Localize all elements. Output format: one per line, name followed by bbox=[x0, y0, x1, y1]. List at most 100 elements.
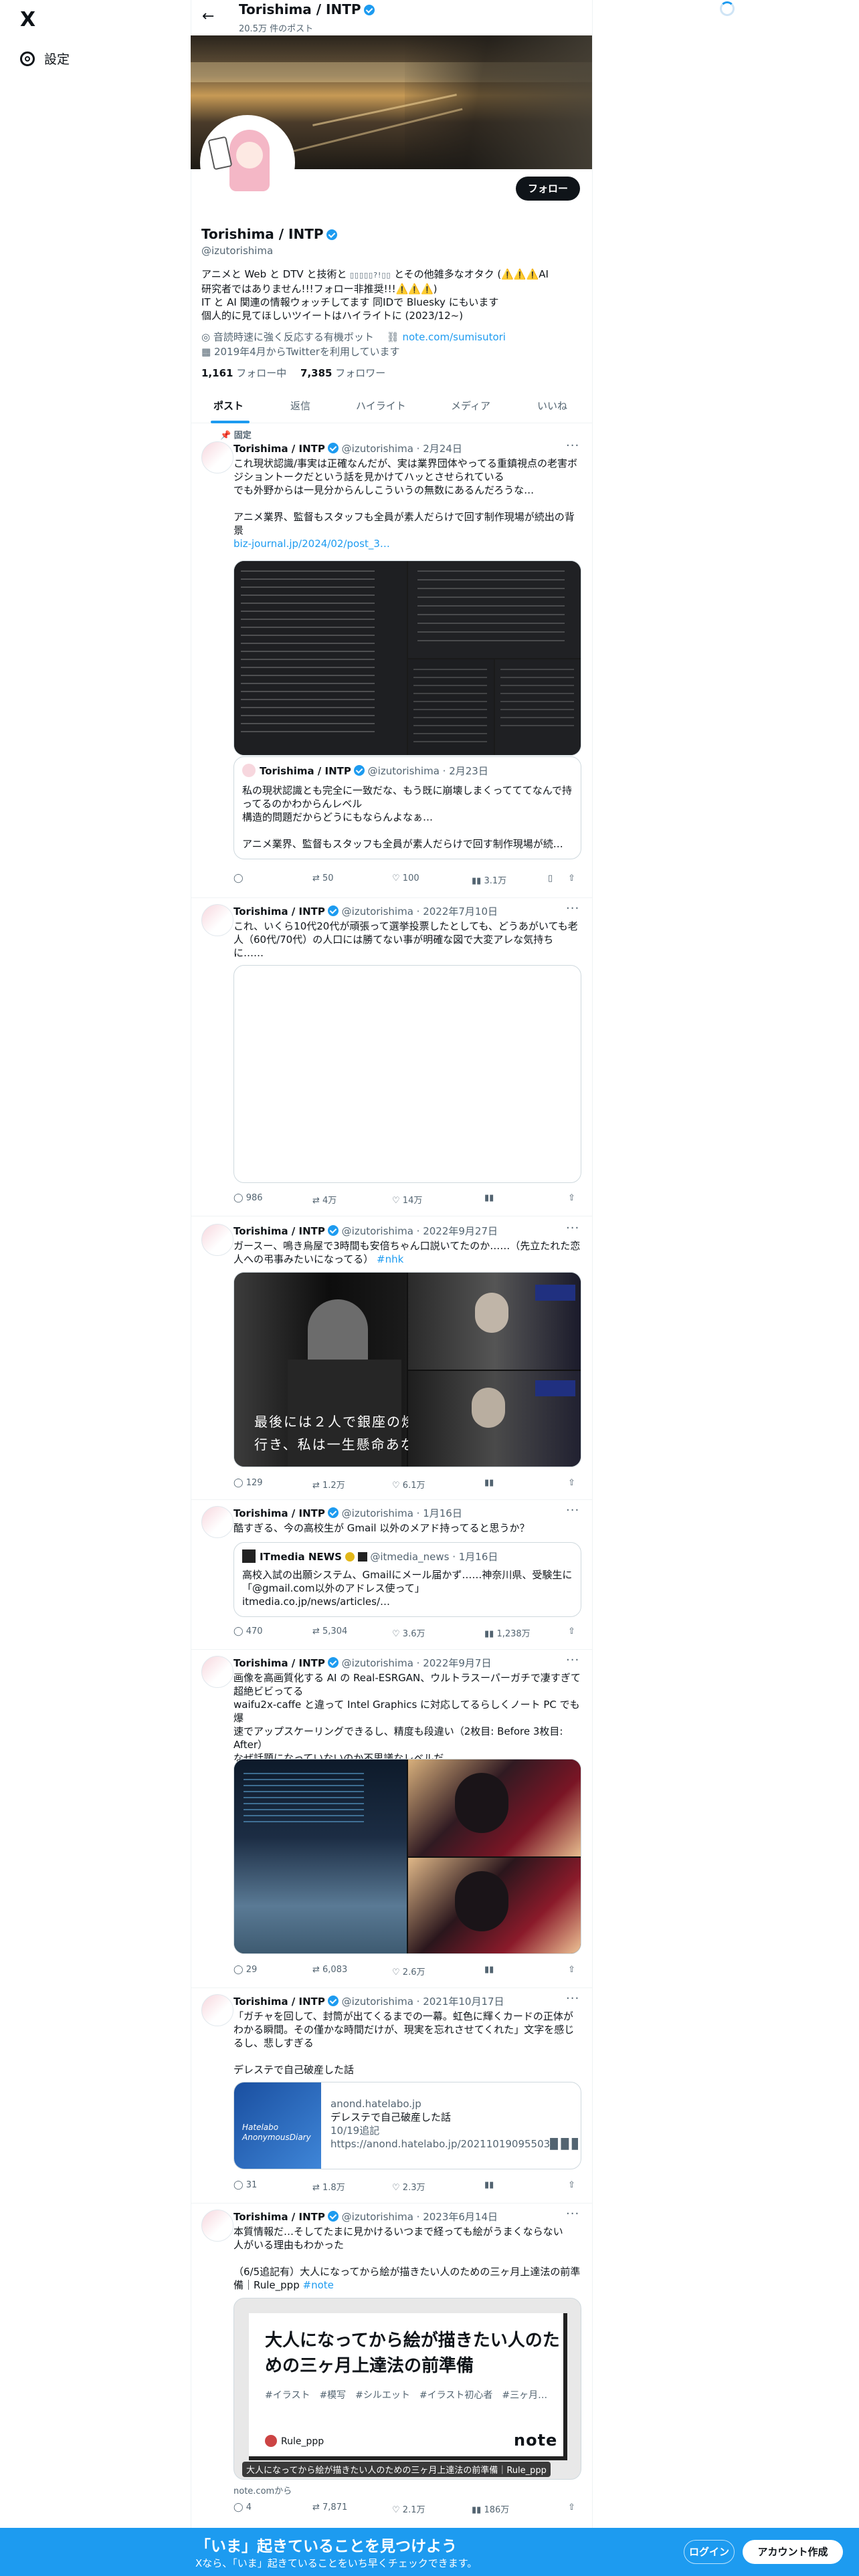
views-icon[interactable]: ▮▮ bbox=[484, 1965, 494, 1975]
tweet-image[interactable] bbox=[495, 659, 581, 755]
retweet-icon[interactable]: ⇄ 5,304 bbox=[312, 1626, 347, 1636]
reply-icon[interactable]: ◯ 29 bbox=[233, 1965, 257, 1975]
tweet-image[interactable] bbox=[408, 659, 494, 755]
share-icon[interactable]: ⇧ bbox=[568, 873, 575, 883]
like-icon[interactable]: ♡ 3.6万 bbox=[392, 1626, 425, 1639]
tab-highlights[interactable]: ハイライト bbox=[356, 399, 406, 413]
tweet-avatar[interactable] bbox=[201, 1994, 233, 2026]
tab-replies[interactable]: 返信 bbox=[290, 399, 310, 413]
retweet-icon[interactable]: ⇄ 1.2万 bbox=[312, 1478, 345, 1491]
like-icon[interactable]: ♡ 14万 bbox=[392, 1193, 422, 1206]
link-card[interactable]: Hatelabo AnonymousDiary anond.hatelabo.jp… bbox=[233, 2082, 581, 2169]
reply-icon[interactable]: ◯ bbox=[233, 873, 244, 883]
x-logo[interactable]: X bbox=[20, 8, 35, 31]
tweet-avatar[interactable] bbox=[201, 1656, 233, 1688]
like-icon[interactable]: ♡ 6.1万 bbox=[392, 1478, 425, 1491]
share-icon[interactable]: ⇧ bbox=[568, 1478, 575, 1488]
more-options-icon[interactable]: ··· bbox=[566, 1653, 579, 1667]
views-icon[interactable]: ▮▮ bbox=[484, 1478, 494, 1488]
tweet-image[interactable]: 最後には２人で銀座の焼 行き、私は一生懸命あな bbox=[234, 1273, 415, 1467]
share-icon[interactable]: ⇧ bbox=[568, 1626, 575, 1636]
pinned-indicator: 📌 固定 bbox=[220, 431, 252, 441]
hashtag-link[interactable]: #note bbox=[303, 2279, 334, 2291]
verified-badge-icon bbox=[363, 5, 375, 15]
tweet-image[interactable] bbox=[233, 965, 581, 1183]
views-icon[interactable]: ▮▮ 3.1万 bbox=[472, 873, 506, 886]
profile-avatar[interactable] bbox=[200, 115, 295, 210]
tweet-avatar[interactable] bbox=[201, 2210, 233, 2242]
share-icon[interactable]: ⇧ bbox=[568, 1193, 575, 1203]
tweet-media-grid[interactable] bbox=[233, 560, 581, 756]
tweet-image[interactable] bbox=[234, 561, 407, 755]
followers-link[interactable]: 7,385 フォロワー bbox=[300, 367, 385, 379]
reply-icon[interactable]: ◯ 31 bbox=[233, 2180, 257, 2190]
login-button[interactable]: ログイン bbox=[684, 2540, 735, 2564]
tweet-avatar[interactable] bbox=[201, 441, 233, 473]
views-icon[interactable]: ▮▮ bbox=[484, 1193, 494, 1203]
quote-text: 高校入試の出願システム、Gmailにメール届かず……神奈川県、受験生に 「@gma… bbox=[242, 1569, 573, 1608]
hashtag-link[interactable]: #nhk bbox=[377, 1253, 403, 1265]
more-options-icon[interactable]: ··· bbox=[566, 439, 579, 453]
share-icon[interactable]: ⇧ bbox=[568, 1965, 575, 1975]
following-link[interactable]: 1,161 フォロー中 bbox=[201, 367, 286, 379]
reply-icon[interactable]: ◯ 986 bbox=[233, 1193, 263, 1203]
retweet-icon[interactable]: ⇄ 4万 bbox=[312, 1193, 337, 1206]
verified-business-icon bbox=[345, 1552, 355, 1562]
more-options-icon[interactable]: ··· bbox=[566, 901, 579, 916]
settings-nav-item[interactable]: 設定 bbox=[20, 49, 70, 68]
reply-icon[interactable]: ◯ 4 bbox=[233, 2502, 252, 2512]
note-card-image[interactable]: 大人になってから絵が描きたい人のた めの三ヶ月上達法の前準備 #イラスト #模写 … bbox=[233, 2298, 581, 2480]
tab-likes[interactable]: いいね bbox=[537, 399, 567, 413]
tweet-avatar[interactable] bbox=[201, 904, 233, 936]
bookmark-icon[interactable]: ▯ bbox=[548, 873, 553, 883]
tweet-image[interactable] bbox=[234, 1759, 407, 1953]
more-options-icon[interactable]: ··· bbox=[566, 1503, 579, 1517]
tab-posts[interactable]: ポスト bbox=[213, 399, 244, 413]
like-icon[interactable]: ♡ 2.1万 bbox=[392, 2502, 425, 2515]
more-options-icon[interactable]: ··· bbox=[566, 1221, 579, 1235]
profile-category: 音読時速に強く反応する有機ボット bbox=[213, 331, 374, 343]
reply-icon[interactable]: ◯ 129 bbox=[233, 1478, 263, 1488]
profile-tabs: ポスト 返信 ハイライト メディア いいね bbox=[191, 388, 592, 423]
share-icon[interactable]: ⇧ bbox=[568, 2502, 575, 2512]
tweet-image[interactable] bbox=[408, 1858, 581, 1953]
retweet-icon[interactable]: ⇄ 50 bbox=[312, 873, 334, 883]
share-icon[interactable]: ⇧ bbox=[568, 2180, 575, 2190]
tweet-image[interactable] bbox=[408, 1371, 581, 1467]
tweet-actions: ◯ 986 ⇄ 4万 ♡ 14万 ▮▮ ⇧ bbox=[233, 1193, 581, 1206]
category-icon: ◎ bbox=[201, 331, 211, 343]
tweet-link[interactable]: biz-journal.jp/2024/02/post_3… bbox=[233, 537, 581, 550]
tweet-source[interactable]: note.comから bbox=[233, 2484, 292, 2496]
like-icon[interactable]: ♡ 2.3万 bbox=[392, 2180, 425, 2193]
header-title: Torishima / INTP bbox=[239, 1, 375, 17]
like-icon[interactable]: ♡ 100 bbox=[392, 873, 419, 883]
gear-icon bbox=[20, 51, 35, 66]
tweet-image[interactable] bbox=[408, 1759, 581, 1856]
views-icon[interactable]: ▮▮ 1,238万 bbox=[484, 1626, 531, 1639]
profile-handle: @izutorishima bbox=[201, 245, 274, 257]
quote-tweet[interactable]: ITmedia NEWS @itmedia_news · 1月16日 高校入試の… bbox=[233, 1542, 581, 1617]
signup-button[interactable]: アカウント作成 bbox=[743, 2540, 843, 2564]
profile-website-link[interactable]: note.com/sumisutori bbox=[403, 331, 506, 343]
tweet-image[interactable] bbox=[408, 561, 581, 658]
like-icon[interactable]: ♡ 2.6万 bbox=[392, 1965, 425, 1977]
retweet-icon[interactable]: ⇄ 7,871 bbox=[312, 2502, 347, 2512]
tab-media[interactable]: メディア bbox=[451, 399, 490, 413]
quote-tweet[interactable]: Torishima / INTP @izutorishima · 2月23日 私… bbox=[233, 756, 581, 859]
retweet-icon[interactable]: ⇄ 1.8万 bbox=[312, 2180, 345, 2193]
retweet-icon[interactable]: ⇄ 6,083 bbox=[312, 1965, 347, 1975]
tweet-media-grid[interactable]: 最後には２人で銀座の焼 行き、私は一生懸命あな bbox=[233, 1272, 581, 1467]
tweet-text: ガースー、鳴き烏屋で3時間も安倍ちゃん口説いてたのか……（先立たれた恋 人への弔… bbox=[233, 1240, 581, 1265]
views-icon[interactable]: ▮▮ bbox=[484, 2180, 494, 2190]
tweet-avatar[interactable] bbox=[201, 1506, 233, 1538]
reply-icon[interactable]: ◯ 470 bbox=[233, 1626, 263, 1636]
tweet-text: これ、いくら10代20代が頑張って選挙投票したとしても、どうあがいても老 人（60… bbox=[233, 920, 578, 959]
tweet-avatar[interactable] bbox=[201, 1224, 233, 1256]
views-icon[interactable]: ▮▮ 186万 bbox=[472, 2502, 509, 2515]
more-options-icon[interactable]: ··· bbox=[566, 2207, 579, 2221]
more-options-icon[interactable]: ··· bbox=[566, 1992, 579, 2006]
follow-button[interactable]: フォロー bbox=[516, 177, 580, 201]
back-arrow-icon[interactable]: ← bbox=[202, 8, 214, 25]
tweet-image[interactable] bbox=[408, 1273, 581, 1370]
tweet-media-grid[interactable] bbox=[233, 1759, 581, 1954]
